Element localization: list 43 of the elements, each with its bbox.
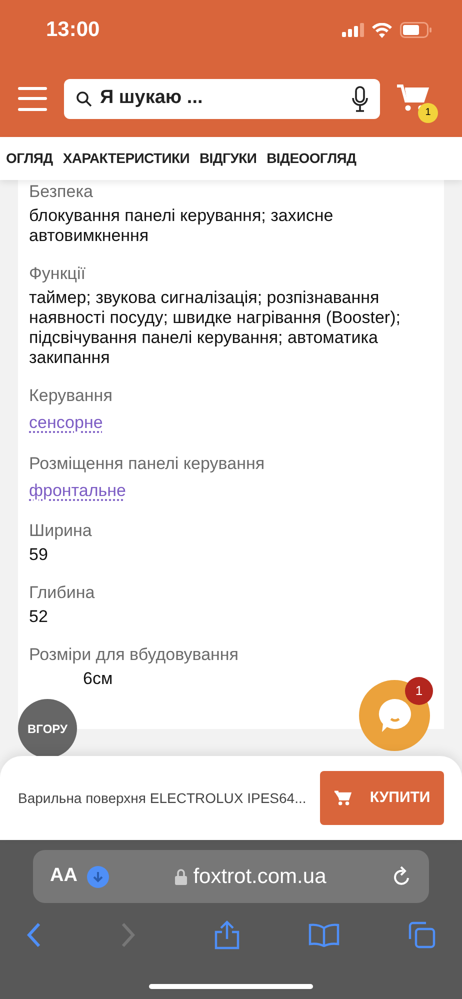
spec-label: Розміри для вбудовування: [29, 644, 240, 666]
forward-icon[interactable]: [120, 922, 136, 948]
lock-icon: [175, 868, 188, 884]
cart-count-badge: 1: [418, 102, 438, 122]
spec-value: таймер; звукова сигналізація; розпізнавання наявності посуду; швидке нагрівання (Booster); підсвічування панелі керування; автоматика закипання: [29, 288, 402, 368]
spec-label: Глибина: [29, 582, 96, 604]
share-icon[interactable]: [214, 920, 240, 950]
section-tab[interactable]: ОГЛЯД: [6, 148, 53, 169]
spec-label: Ширина: [29, 520, 93, 542]
spec-value: 59: [29, 545, 49, 565]
tabs-icon[interactable]: [408, 921, 436, 949]
spec-value: блокування панелі керування; захисне автовимкнення: [29, 206, 334, 246]
cart-icon: [334, 790, 352, 806]
section-tab[interactable]: ВІДЕООГЛЯД: [266, 148, 356, 169]
product-title: Варильна поверхня ELECTROLUX IPES64...: [18, 788, 306, 808]
download-icon[interactable]: [87, 866, 110, 888]
reload-icon[interactable]: [392, 866, 412, 888]
url-text: foxtrot.com.ua: [193, 864, 326, 890]
search-icon: [76, 90, 92, 106]
signal-icon: [342, 23, 364, 37]
wifi-icon: [372, 22, 392, 38]
chat-bubble-icon: [378, 698, 412, 734]
spec-label: Керування: [29, 385, 114, 407]
search-input[interactable]: Я шукаю ...: [100, 84, 344, 113]
section-tab[interactable]: ХАРАКТЕРИСТИКИ: [62, 148, 190, 169]
spec-link[interactable]: сенсорне: [29, 410, 103, 436]
spec-value: 6см: [82, 669, 114, 689]
text-size-button[interactable]: AA: [50, 862, 78, 891]
microphone-icon[interactable]: [352, 86, 368, 112]
spec-label: Функції: [29, 263, 86, 285]
spec-link[interactable]: фронтальне: [29, 478, 126, 503]
address-bar[interactable]: AA foxtrot.com.ua: [33, 850, 429, 903]
search-field[interactable]: Я шукаю ...: [64, 78, 380, 118]
status-time: 13:00: [46, 17, 100, 44]
section-tab[interactable]: ВІДГУКИ: [199, 148, 257, 169]
spec-label: Безпека: [29, 181, 94, 203]
spec-value: 52: [29, 607, 49, 627]
back-icon[interactable]: [26, 922, 42, 948]
battery-icon: [400, 22, 432, 38]
bookmarks-icon[interactable]: [308, 923, 340, 947]
menu-icon[interactable]: [18, 86, 47, 110]
spec-label: Розміщення панелі керування: [29, 452, 266, 474]
buy-button[interactable]: КУПИТИ: [320, 771, 444, 825]
